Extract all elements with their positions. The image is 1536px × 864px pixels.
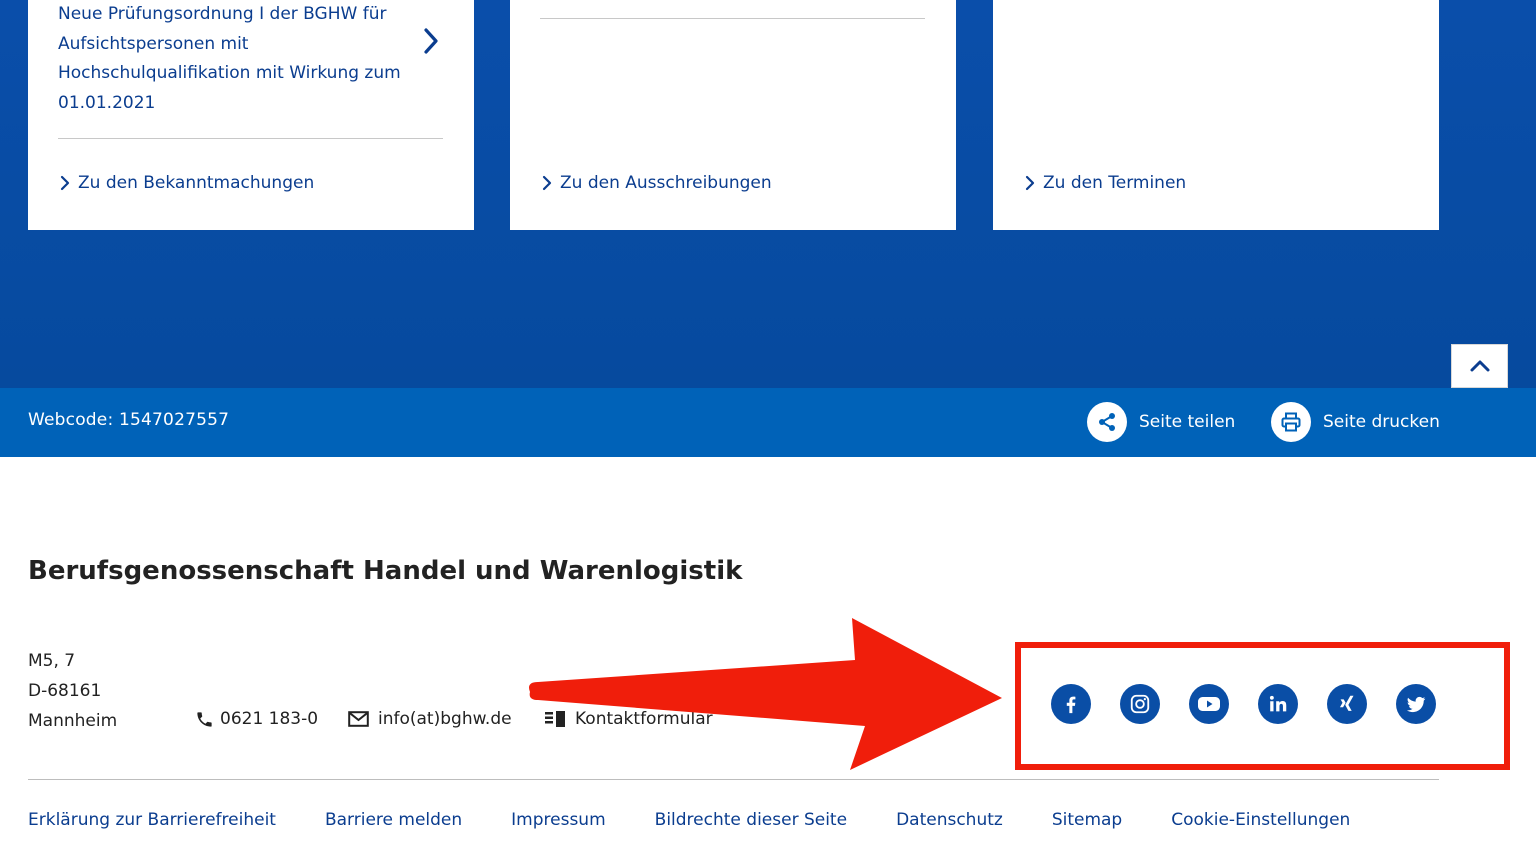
social-media-list (1051, 684, 1436, 724)
news-headline[interactable]: Neue Prüfungsordnung I der BGHW für Aufs… (58, 0, 418, 118)
chevron-right-icon[interactable] (420, 26, 442, 56)
email-address: info(at)bghw.de (378, 709, 512, 729)
chevron-right-icon (60, 175, 70, 191)
footer-divider (28, 779, 1439, 780)
address-line: D-68161 (28, 681, 102, 701)
phone-number: 0621 183-0 (220, 709, 319, 729)
address-block: M5, 7 D-68161 Mannheim (28, 646, 117, 736)
phone-link[interactable]: 0621 183-0 (195, 704, 318, 734)
address-line: Mannheim (28, 711, 118, 731)
link-label: Zu den Ausschreibungen (560, 173, 772, 193)
social-media-highlight-box (1015, 642, 1510, 770)
youtube-icon[interactable] (1189, 684, 1229, 724)
linkedin-icon[interactable] (1258, 684, 1298, 724)
printer-icon (1271, 402, 1311, 442)
webcode: Webcode: 1547027557 (28, 410, 230, 430)
red-arrow-annotation (529, 618, 1002, 770)
card-termine: Zu den Terminen (993, 0, 1439, 230)
footer-link-cookie-einstellungen[interactable]: Cookie-Einstellungen (1171, 810, 1350, 830)
card-ausschreibungen: Zu den Ausschreibungen (510, 0, 956, 230)
facebook-icon[interactable] (1051, 684, 1091, 724)
footer-link-bildrechte[interactable]: Bildrechte dieser Seite (655, 810, 847, 830)
link-termine[interactable]: Zu den Terminen (1023, 169, 1186, 197)
card-bekanntmachungen: Neue Prüfungsordnung I der BGHW für Aufs… (28, 0, 474, 230)
scroll-to-top-button[interactable] (1451, 344, 1508, 388)
mail-icon (348, 711, 369, 727)
footer-link-impressum[interactable]: Impressum (511, 810, 606, 830)
link-label: Zu den Bekanntmachungen (78, 173, 315, 193)
share-icon (1087, 402, 1127, 442)
link-bekanntmachungen[interactable]: Zu den Bekanntmachungen (58, 169, 314, 197)
print-page-button[interactable]: Seite drucken (1271, 402, 1440, 442)
print-label: Seite drucken (1323, 412, 1440, 432)
instagram-icon[interactable] (1120, 684, 1160, 724)
phone-icon (197, 711, 212, 727)
email-link[interactable]: info(at)bghw.de (348, 704, 512, 734)
xing-icon[interactable] (1327, 684, 1367, 724)
footer-link-barrierefreiheit[interactable]: Erklärung zur Barrierefreiheit (28, 810, 276, 830)
footer-link-datenschutz[interactable]: Datenschutz (896, 810, 1003, 830)
address-line: M5, 7 (28, 651, 76, 671)
twitter-icon[interactable] (1396, 684, 1436, 724)
footer-link-sitemap[interactable]: Sitemap (1052, 810, 1122, 830)
card-divider (540, 18, 925, 19)
card-divider (58, 138, 443, 139)
link-ausschreibungen[interactable]: Zu den Ausschreibungen (540, 169, 772, 197)
chevron-right-icon (1025, 175, 1035, 191)
share-page-button[interactable]: Seite teilen (1087, 402, 1235, 442)
top-section: Neue Prüfungsordnung I der BGHW für Aufs… (0, 0, 1536, 388)
chevron-up-icon (1470, 360, 1489, 372)
chevron-right-icon (542, 175, 552, 191)
footer-links: Erklärung zur Barrierefreiheit Barriere … (28, 810, 1350, 830)
link-label: Zu den Terminen (1043, 173, 1187, 193)
share-label: Seite teilen (1139, 412, 1236, 432)
utility-bar: Webcode: 1547027557 Seite teilen Seite d… (0, 388, 1536, 457)
footer-link-barriere-melden[interactable]: Barriere melden (325, 810, 462, 830)
organization-name: Berufsgenossenschaft Handel und Warenlog… (28, 556, 743, 586)
